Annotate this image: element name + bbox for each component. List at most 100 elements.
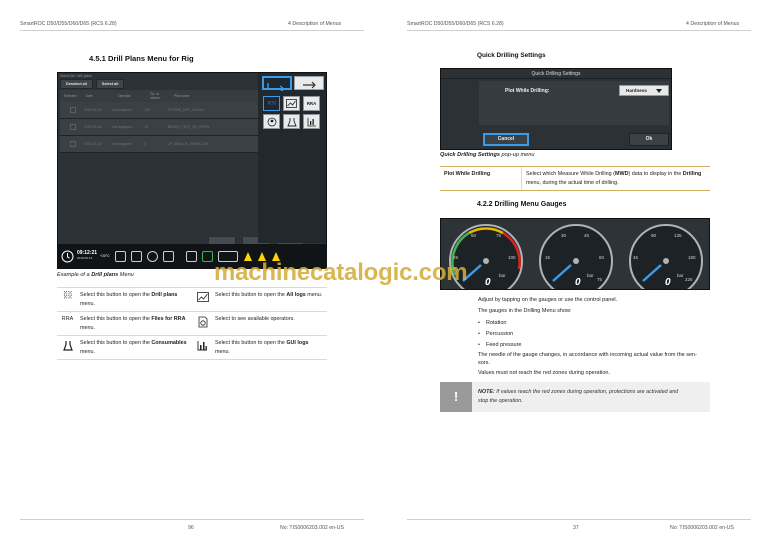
gauge-3-tick-4: 225: [685, 277, 693, 282]
drill-plans-screenshot: Select file / drill plans Deselect all S…: [57, 72, 327, 269]
header-left: SmartROC D50/D55/D60/D65 (RCS 6.28): [407, 21, 504, 27]
row-plan: BENCH_TEST_2R_R.PRN: [168, 125, 210, 129]
gauge-2-tick-4: 75: [597, 277, 603, 282]
drill-plans-icon: ⁙⁙ ⁙⁙: [62, 291, 73, 301]
list-item: Feed pressure: [478, 340, 521, 351]
drill-status-icon[interactable]: [201, 250, 213, 262]
grid-status-icon[interactable]: [185, 250, 197, 262]
col-plan-name: Plan name: [174, 94, 190, 98]
rra-desc: Select this button to open the Files for…: [80, 316, 186, 331]
select-value: Hardness: [626, 88, 647, 93]
gauge-1-value: 0: [485, 277, 491, 288]
clock-time: 09:12:21 2019-05-16: [77, 250, 98, 261]
all-logs-icon[interactable]: [283, 96, 300, 111]
gauge-1-tick-2: 75: [496, 233, 502, 238]
export-icon: [303, 81, 316, 89]
clock-icon: [61, 250, 74, 262]
gauges-image: 50 25 75 100 15 30 45 60 75 45 90 135 18…: [440, 218, 710, 290]
footer-doc-number: No: TIS0006203.002 en-US: [280, 525, 344, 531]
top-hint: Select file / drill plans: [60, 74, 92, 78]
gauge-3-tick-1: 90: [651, 233, 657, 238]
header-rule: [20, 30, 364, 31]
gauge-2-tick-2: 45: [584, 233, 590, 238]
footer-rule-right: [407, 519, 751, 520]
operators-icon[interactable]: [263, 114, 280, 129]
quick-drilling-dialog: Quick Drilling Settings Plot While Drill…: [440, 68, 672, 150]
quick-settings-title: Quick Drilling Settings: [477, 52, 546, 59]
row-plan: JP_SMALLR_19000K.XML: [168, 142, 209, 146]
gauge-1-unit: bar: [499, 273, 506, 278]
chart-icon: [192, 288, 213, 311]
dialog-title: Quick Drilling Settings: [441, 69, 671, 79]
plot-while-drilling-select[interactable]: Hardness: [619, 85, 669, 96]
gauge-2-value: 0: [575, 277, 581, 288]
clock-date: 2019-05-16: [77, 256, 93, 260]
gauge-3-value: 0: [665, 277, 671, 288]
operators-desc: Select to see available operators.: [215, 316, 295, 322]
wave-status-icon[interactable]: [130, 250, 142, 262]
footer-page-number: 96: [188, 525, 194, 531]
bar-chart-icon: [192, 336, 213, 359]
plot-while-drilling-label: Plot While Drilling:: [505, 88, 550, 94]
row-metres: 138: [144, 108, 150, 112]
col-date: Date: [86, 94, 93, 98]
footer-page-number-right: 37: [573, 525, 579, 531]
row-date: 2019-05-16: [84, 125, 102, 129]
ok-button[interactable]: Ok: [629, 133, 669, 146]
col-selected: Selected: [64, 94, 77, 98]
table-row: RRA Select this button to open the Files…: [57, 312, 327, 336]
note-box: ! NOTE: If values reach the red zones du…: [440, 382, 710, 412]
row-operator: Not assigned: [112, 108, 132, 112]
import-button[interactable]: [262, 76, 292, 93]
gauge-2-tick-1: 30: [561, 233, 567, 238]
button-table: ⁙⁙ ⁙⁙ Select this button to open the Dril…: [57, 287, 327, 360]
header-right: 4 Description of Menus: [686, 21, 740, 27]
screenshot-caption: Example of a Drill plans Menu: [57, 272, 134, 278]
rra-icon[interactable]: RRA: [303, 96, 320, 111]
all-logs-desc: Select this button to open the All logs …: [215, 292, 323, 298]
drill-plans-icon[interactable]: ⁙⁙: [263, 96, 280, 111]
list-item: Rotation: [478, 318, 521, 329]
header-left: SmartROC D50/D55/D60/D65 (RCS 6.28): [20, 21, 117, 27]
deselect-all-button[interactable]: Deselect all: [60, 79, 93, 89]
footer-rule: [20, 519, 364, 520]
gauge-1-tick-3: 100: [508, 255, 516, 260]
operator-icon: [192, 312, 213, 335]
row-metres: 0: [144, 142, 146, 146]
temperature: +20°C: [100, 254, 110, 258]
table-row: Plot While Drilling Select which Measure…: [440, 166, 710, 191]
row-operator: Not assigned: [112, 142, 132, 146]
para-needle-a: The needle of the gauge changes, in acco…: [478, 352, 697, 358]
col-operator: Operator: [118, 94, 131, 98]
header-rule: [407, 30, 751, 31]
setting-label: Plot While Drilling: [440, 167, 522, 190]
gauge-3-tick-3: 180: [688, 255, 696, 260]
popup-caption: Quick Drilling Settings pop-up menu: [440, 152, 535, 158]
layers-status-icon[interactable]: [162, 250, 174, 262]
col-metres: Tot. dr. metres: [150, 92, 160, 100]
setting-description: Select which Measure While Drilling (MWD…: [526, 171, 702, 186]
chart-status-icon[interactable]: [114, 250, 126, 262]
section-title: 4.5.1 Drill Plans Menu for Rig: [89, 54, 194, 63]
export-button[interactable]: [294, 76, 324, 90]
gauges-title: 4.2.2 Drilling Menu Gauges: [477, 201, 567, 208]
gauge-3-unit: bar: [677, 273, 684, 278]
select-all-button[interactable]: Select all: [95, 79, 125, 89]
exclamation-icon: !: [440, 382, 472, 412]
row-operator: Not assigned: [112, 125, 132, 129]
list-item: Percussion: [478, 329, 521, 340]
header-right: 4 Description of Menus: [288, 21, 342, 27]
consumables-desc: Select this button to open the Consumabl…: [80, 340, 187, 355]
row-plan: ROT008_DRP_X15.xml: [168, 108, 204, 112]
table-row: ⁙⁙ ⁙⁙ Select this button to open the Dril…: [57, 288, 327, 312]
operator-status-icon[interactable]: [146, 250, 158, 262]
row-date: 2019-05-16: [84, 142, 102, 146]
side-panel: ⁙⁙ RRA: [258, 73, 326, 243]
gui-logs-icon[interactable]: [303, 114, 320, 129]
table-row: Select this button to open the Consumabl…: [57, 336, 327, 360]
gauge-2-tick-0: 15: [545, 255, 551, 260]
para-adjust: Adjust by tapping on the gauges or use t…: [478, 297, 618, 303]
consumables-icon[interactable]: [283, 114, 300, 129]
cancel-button[interactable]: Cancel: [483, 133, 529, 146]
gauge-1-tick-1: 50: [471, 233, 477, 238]
